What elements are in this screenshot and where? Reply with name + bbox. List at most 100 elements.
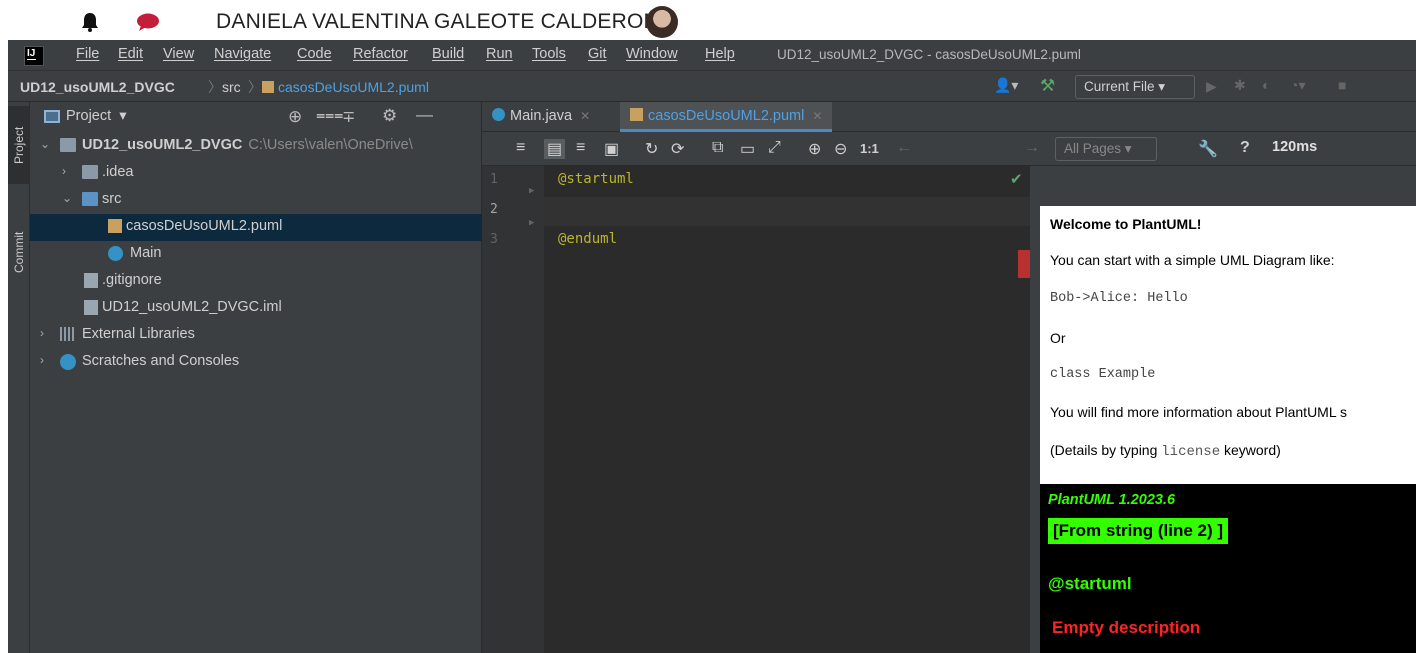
tree-item-project-root[interactable]: ⌄ UD12_usoUML2_DVGC C:\Users\valen\OneDri… bbox=[30, 133, 482, 160]
chevron-right-icon[interactable]: › bbox=[40, 326, 44, 340]
tree-item-src[interactable]: ⌄ src bbox=[30, 187, 482, 214]
menu-file[interactable]: File bbox=[76, 46, 99, 62]
menu-edit[interactable]: Edit bbox=[118, 46, 143, 62]
refresh-icon[interactable]: ↻ bbox=[645, 139, 658, 159]
close-tab-icon[interactable]: ✕ bbox=[812, 109, 822, 123]
menu-window[interactable]: Window bbox=[626, 46, 678, 62]
pages-select[interactable]: All Pages ▾ bbox=[1055, 137, 1157, 161]
chevron-right-icon[interactable]: › bbox=[40, 353, 44, 367]
chevron-right-icon[interactable]: › bbox=[62, 164, 66, 178]
editor-only-icon[interactable]: ≡ bbox=[516, 139, 525, 157]
arrow-right-icon[interactable]: → bbox=[1024, 139, 1040, 157]
java-class-icon bbox=[108, 246, 123, 261]
fold-marker-icon[interactable]: ▶ bbox=[529, 186, 534, 196]
debug-icon[interactable]: ✱ bbox=[1234, 77, 1246, 94]
tree-item-external-libraries[interactable]: › External Libraries bbox=[30, 322, 482, 349]
plantuml-version: PlantUML 1.2023.6 bbox=[1048, 492, 1176, 508]
coverage-icon[interactable]: ◐ bbox=[1262, 77, 1270, 93]
iml-file-icon bbox=[84, 300, 98, 315]
project-panel: Project ▾ ⊕ ⩶ ∓ ⚙ — ⌄ UD12_usoUML2_DVGC C… bbox=[30, 102, 482, 653]
tree-item-gitignore[interactable]: .gitignore bbox=[30, 268, 482, 295]
preview-only-icon[interactable]: ▣ bbox=[604, 139, 619, 159]
inspection-ok-icon[interactable]: ✔ bbox=[1010, 170, 1023, 188]
breadcrumb-project[interactable]: UD12_usoUML2_DVGC bbox=[20, 79, 175, 95]
tab-puml-file[interactable]: casosDeUsoUML2.puml ✕ bbox=[620, 102, 833, 132]
line-number: 1 bbox=[490, 172, 498, 187]
tree-item-iml[interactable]: UD12_usoUML2_DVGC.iml bbox=[30, 295, 482, 322]
tree-item-scratches[interactable]: › Scratches and Consoles bbox=[30, 349, 482, 376]
editor-tabs: Main.java ✕ casosDeUsoUML2.puml ✕ bbox=[482, 102, 1416, 132]
user-name: DANIELA VALENTINA GALEOTE CALDERON bbox=[216, 10, 659, 33]
menu-git[interactable]: Git bbox=[588, 46, 607, 62]
open-external-icon[interactable]: ⤢ bbox=[768, 139, 781, 157]
expand-all-icon[interactable]: ⩶ bbox=[316, 107, 343, 125]
plantuml-preview: Welcome to PlantUML! You can start with … bbox=[1040, 206, 1416, 653]
reload-icon[interactable]: ⟳ bbox=[671, 139, 684, 159]
menu-build[interactable]: Build bbox=[432, 46, 464, 62]
menu-run[interactable]: Run bbox=[486, 46, 513, 62]
avatar[interactable] bbox=[646, 6, 678, 38]
collapse-all-icon[interactable]: ∓ bbox=[342, 107, 355, 127]
tool-window-strip: Project Commit bbox=[8, 102, 30, 653]
chevron-down-icon[interactable]: ⌄ bbox=[62, 191, 72, 205]
actual-size-button[interactable]: 1:1 bbox=[860, 141, 879, 156]
preview-error-panel: PlantUML 1.2023.6 [From string (line 2) … bbox=[1040, 484, 1416, 653]
menu-tools[interactable]: Tools bbox=[532, 46, 566, 62]
menu-refactor[interactable]: Refactor bbox=[353, 46, 408, 62]
breadcrumb-file[interactable]: casosDeUsoUML2.puml bbox=[262, 79, 429, 95]
profile-icon[interactable]: ◔▾ bbox=[1290, 77, 1305, 94]
module-folder-icon bbox=[60, 138, 76, 152]
commit-tool-tab[interactable]: Commit bbox=[8, 212, 30, 292]
run-configuration-select[interactable]: Current File ▾ bbox=[1075, 75, 1195, 99]
breadcrumb-folder[interactable]: src bbox=[222, 79, 241, 95]
hide-icon[interactable]: — bbox=[416, 105, 433, 125]
menu-navigate[interactable]: Navigate bbox=[214, 46, 271, 62]
tree-item-main[interactable]: Main bbox=[30, 241, 482, 268]
tree-item-idea[interactable]: › .idea bbox=[30, 160, 482, 187]
build-hammer-icon[interactable]: ⚒ bbox=[1040, 76, 1055, 96]
menu-help[interactable]: Help bbox=[705, 46, 735, 62]
bell-icon[interactable] bbox=[80, 12, 100, 32]
tab-main-java[interactable]: Main.java ✕ bbox=[482, 102, 600, 132]
zoom-out-icon[interactable]: ⊖ bbox=[834, 139, 847, 159]
arrow-left-icon[interactable]: ← bbox=[896, 139, 912, 157]
project-view-select[interactable]: Project ▾ bbox=[66, 108, 126, 124]
run-icon[interactable]: ▶ bbox=[1206, 78, 1217, 95]
code-line: @startuml bbox=[558, 171, 634, 187]
chat-icon[interactable] bbox=[136, 13, 160, 31]
breadcrumb-separator: 〉 bbox=[208, 79, 222, 95]
project-view-icon bbox=[44, 110, 60, 123]
error-message: Empty description bbox=[1052, 618, 1201, 637]
error-stripe-marker[interactable] bbox=[1018, 250, 1030, 278]
close-tab-icon[interactable]: ✕ bbox=[580, 109, 590, 123]
ide-window: IJ File Edit View Navigate Code Refactor… bbox=[8, 40, 1416, 653]
help-button[interactable]: ? bbox=[1240, 139, 1250, 157]
menu-code[interactable]: Code bbox=[297, 46, 332, 62]
code-editor[interactable]: 1 2 3 ▶ ▶ @startuml @enduml ✔ bbox=[482, 166, 1030, 653]
stop-icon[interactable]: ■ bbox=[1338, 77, 1346, 93]
line-number: 3 bbox=[490, 232, 498, 247]
chevron-down-icon[interactable]: ⌄ bbox=[40, 137, 50, 151]
error-source-label: [From string (line 2) ] bbox=[1048, 518, 1228, 544]
menu-view[interactable]: View bbox=[163, 46, 194, 62]
user-icon[interactable]: 👤▾ bbox=[994, 77, 1018, 94]
preview-example-2: class Example bbox=[1050, 367, 1156, 382]
zoom-in-icon[interactable]: ⊕ bbox=[808, 139, 821, 159]
project-tool-tab[interactable]: Project bbox=[8, 106, 30, 184]
taskbar: DANIELA VALENTINA GALEOTE CALDERON bbox=[0, 0, 1416, 40]
locate-icon[interactable]: ⊕ bbox=[288, 107, 302, 127]
library-icon bbox=[60, 327, 76, 341]
settings-wrench-icon[interactable]: 🔧 bbox=[1198, 139, 1218, 159]
folder-icon bbox=[82, 165, 98, 179]
render-time: 120ms bbox=[1272, 139, 1318, 155]
copy-icon[interactable]: ⧉ bbox=[712, 139, 723, 157]
save-icon[interactable]: ▭ bbox=[740, 139, 755, 159]
gear-icon[interactable]: ⚙ bbox=[382, 106, 397, 126]
puml-file-icon bbox=[108, 219, 122, 233]
tree-item-puml-file[interactable]: casosDeUsoUML2.puml bbox=[30, 214, 482, 241]
error-source-line: @startuml bbox=[1048, 574, 1132, 593]
split-view-icon[interactable]: ▤ bbox=[544, 139, 566, 159]
text-view-icon[interactable]: ≡ bbox=[576, 139, 585, 157]
source-folder-icon bbox=[82, 192, 98, 206]
fold-marker-icon[interactable]: ▶ bbox=[529, 218, 534, 228]
